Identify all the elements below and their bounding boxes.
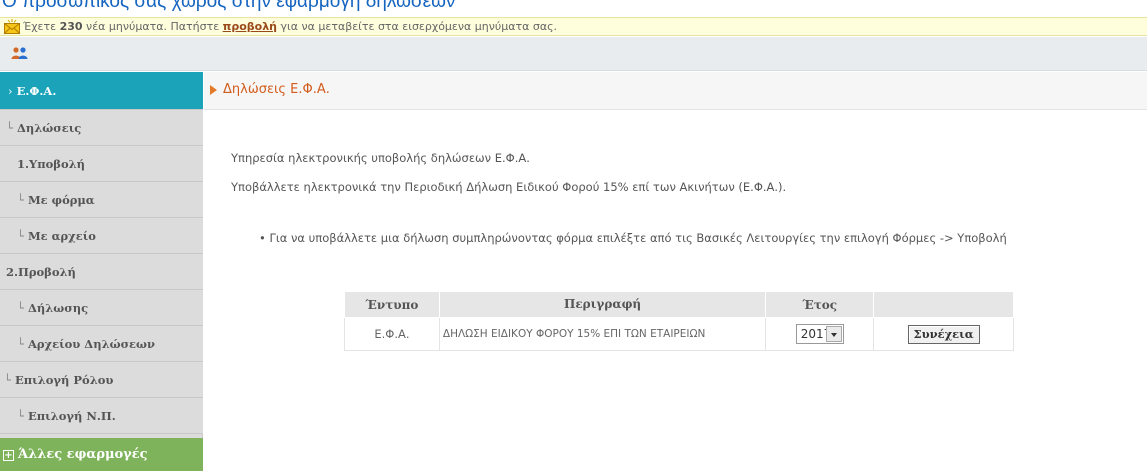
service-description: Υπηρεσία ηλεκτρονικής υποβολής δηλώσεων …: [231, 151, 530, 165]
main-content: Δηλώσεις Ε.Φ.Α. Υπηρεσία ηλεκτρονικής υπ…: [204, 72, 1147, 471]
tree-branch-icon: └: [4, 373, 11, 387]
page-title: Δηλώσεις Ε.Φ.Α.: [223, 82, 330, 97]
new-message-count: 230: [59, 20, 83, 33]
tree-branch-icon: └: [17, 229, 24, 243]
sidebar-item-submit[interactable]: 1.Υποβολή: [0, 146, 203, 182]
section-arrow-icon: [210, 85, 217, 95]
column-header-description: Περιγραφή: [438, 291, 767, 318]
notice-middle: νέα μηνύματα. Πατήστε: [86, 20, 220, 33]
description-cell: ΔΗΛΩΣΗ ΕΙΔΙΚΟΥ ΦΟΡΟΥ 15% ΕΠΙ ΤΩΝ ΕΤΑΙΡΕΙ…: [438, 317, 767, 351]
sidebar-item-declarations-file[interactable]: └ Αρχείου Δηλώσεων: [0, 326, 203, 362]
column-header-action: [873, 291, 1014, 318]
table-header-row: Έντυπο Περιγραφή Έτος: [344, 291, 1014, 318]
sidebar-item-with-file[interactable]: └ Με αρχείο: [0, 218, 203, 254]
sidebar-item-label: Δήλωσης: [27, 301, 89, 315]
tree-branch-icon: └: [17, 337, 24, 351]
sidebar-item-label: Άλλες εφαρμογές: [18, 447, 148, 462]
sidebar-item-label: Ε.Φ.Α.: [16, 84, 57, 98]
sidebar-item-label: 2.Προβολή: [6, 265, 76, 279]
notice-text: Έχετε 230 νέα μηνύματα. Πατήστε προβολή …: [23, 18, 557, 35]
header-fragment: Ο προσωπικός σας χώρος στην εφαρμογή δηλ…: [0, 0, 1147, 17]
tree-branch-icon: └: [6, 121, 13, 135]
new-mail-envelope-icon: [4, 19, 20, 34]
sidebar-item-role-select[interactable]: └ Επιλογή Ρόλου: [0, 362, 203, 398]
notice-prefix: Έχετε: [23, 20, 57, 33]
tree-branch-icon: └: [17, 301, 24, 315]
users-icon[interactable]: [11, 46, 29, 60]
view-messages-link[interactable]: προβολή: [223, 20, 277, 33]
sidebar-item-with-form[interactable]: └ Με φόρμα: [0, 182, 203, 218]
action-cell: Συνέχεια: [873, 317, 1014, 351]
continue-button[interactable]: Συνέχεια: [907, 324, 980, 344]
forms-table: Έντυπο Περιγραφή Έτος Ε.Φ.Α. ΔΗΛΩΣΗ ΕΙΔΙ…: [344, 291, 1014, 351]
sidebar-item-other-apps[interactable]: + Άλλες εφαρμογές: [0, 438, 203, 471]
column-header-year: Έτος: [765, 291, 875, 318]
message-notice-bar: Έχετε 230 νέα μηνύματα. Πατήστε προβολή …: [0, 17, 1147, 36]
sidebar-item-declaration[interactable]: └ Δήλωσης: [0, 290, 203, 326]
sidebar-item-label: Με αρχείο: [27, 229, 96, 243]
instruction-bullet: • Για να υποβάλλετε μια δήλωση συμπληρών…: [259, 231, 1007, 245]
year-select[interactable]: 2017: [795, 324, 844, 344]
form-cell: Ε.Φ.Α.: [344, 317, 440, 351]
expand-arrow-icon: ›: [8, 84, 13, 98]
section-header: Δηλώσεις Ε.Φ.Α.: [204, 72, 1147, 110]
sidebar-item-label: Επιλογή Ρόλου: [14, 373, 114, 387]
sidebar-item-entity-select[interactable]: └ Επιλογή Ν.Π.: [0, 398, 203, 434]
column-header-form: Έντυπο: [344, 291, 440, 318]
notice-suffix: για να μεταβείτε στα εισερχόμενα μηνύματ…: [280, 20, 558, 33]
user-toolbar: [0, 37, 1147, 71]
table-row: Ε.Φ.Α. ΔΗΛΩΣΗ ΕΙΔΙΚΟΥ ΦΟΡΟΥ 15% ΕΠΙ ΤΩΝ …: [344, 317, 1014, 351]
year-cell: 2017: [765, 317, 875, 351]
sidebar-item-label: Δηλώσεις: [16, 121, 82, 135]
sidebar-nav: › Ε.Φ.Α. └ Δηλώσεις 1.Υποβολή └ Με φόρμα └ Μ…: [0, 72, 203, 471]
sidebar-item-label: Με φόρμα: [27, 193, 95, 207]
tree-branch-icon: └: [17, 193, 24, 207]
sidebar-item-label: Αρχείου Δηλώσεων: [27, 337, 155, 351]
sidebar-item-efa[interactable]: › Ε.Φ.Α.: [0, 72, 203, 110]
sidebar-item-declarations[interactable]: └ Δηλώσεις: [0, 110, 203, 146]
sidebar-item-label: 1.Υποβολή: [17, 157, 86, 171]
expand-plus-icon: +: [3, 450, 14, 461]
submission-description: Υποβάλλετε ηλεκτρονικά την Περιοδική Δήλ…: [231, 180, 787, 194]
sidebar-item-view[interactable]: 2.Προβολή: [0, 254, 203, 290]
sidebar-item-label: Επιλογή Ν.Π.: [27, 409, 116, 423]
tree-branch-icon: └: [17, 409, 24, 423]
dropdown-arrow-icon[interactable]: [825, 326, 842, 342]
header-fragment-text: Ο προσωπικός σας χώρος στην εφαρμογή δηλ…: [2, 0, 456, 12]
